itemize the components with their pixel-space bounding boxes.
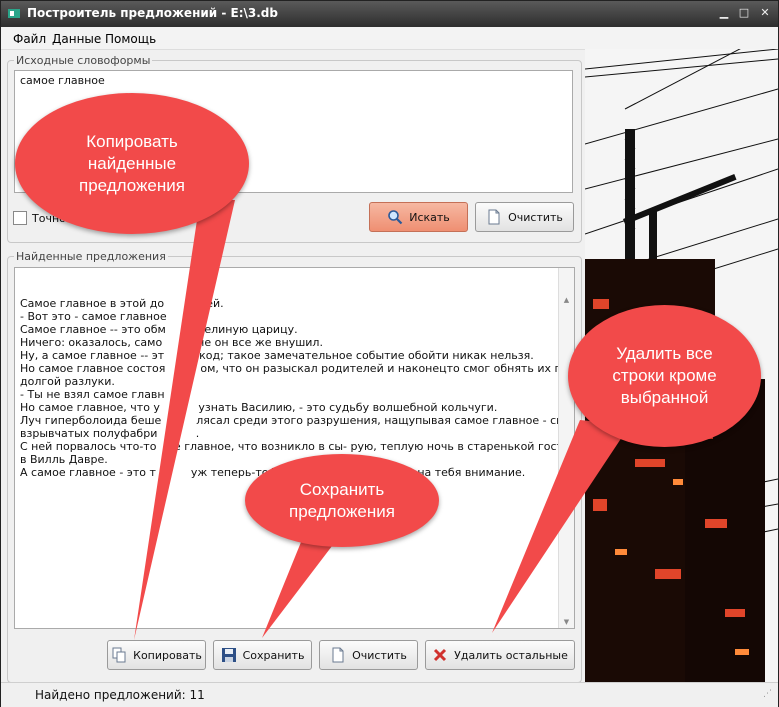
found-sentence-line[interactable]: Самое главное -- это обм елиную царицу. — [20, 323, 556, 336]
copy-icon — [112, 647, 126, 663]
minimize-button[interactable]: ▁ — [716, 5, 732, 21]
scroll-up-arrow[interactable]: ▲ — [559, 294, 574, 306]
exact-checkbox[interactable] — [13, 211, 27, 225]
found-sentence-line[interactable]: Ну, а самое главное -- эт код; такое зам… — [20, 349, 556, 362]
magnifier-icon — [388, 210, 403, 225]
delete-others-button[interactable]: Удалить остальные — [425, 640, 575, 670]
found-sentence-line[interactable]: Ничего: оказалось, само не он все же вну… — [20, 336, 556, 349]
close-button[interactable]: ✕ — [757, 5, 773, 21]
found-legend: Найденные предложения — [14, 250, 168, 263]
delete-callout-text: Удалить все строки кроме выбранной — [612, 344, 717, 407]
source-clear-button[interactable]: Очистить — [475, 202, 574, 232]
save-button[interactable]: Сохранить — [213, 640, 312, 670]
found-sentence-line[interactable]: Луч гиперболоида беше лясал среди этого … — [20, 414, 574, 427]
status-text: Найдено предложений: 11 — [35, 688, 205, 702]
found-sentence-line[interactable]: Но самое главное, что у узнать Василию, … — [20, 401, 556, 414]
menu-bar: Файл Данные Помощь — [1, 27, 778, 50]
delete-others-label: Удалить остальные — [454, 648, 568, 662]
found-sentence-line[interactable]: Самое главное в этой до ней. — [20, 297, 556, 310]
found-clear-button[interactable]: Очистить — [319, 640, 418, 670]
title-bar: Построитель предложений - E:\3.db ▁ □ ✕ — [1, 1, 778, 27]
scroll-down-arrow[interactable]: ▼ — [559, 616, 574, 628]
found-sentence-line[interactable]: - Вот это - самое главное — [20, 310, 556, 323]
search-button[interactable]: Искать — [369, 202, 468, 232]
source-clear-label: Очистить — [508, 210, 563, 224]
save-callout: Сохранить предложения — [245, 454, 439, 547]
resize-grip-icon[interactable]: ⋰ — [763, 689, 772, 699]
copy-callout-text: Копировать найденные предложения — [79, 131, 185, 195]
search-label: Искать — [409, 210, 450, 224]
window-title: Построитель предложений - E:\3.db — [27, 6, 278, 20]
page-icon — [488, 209, 500, 225]
copy-callout: Копировать найденные предложения — [15, 93, 249, 234]
source-legend: Исходные словоформы — [14, 54, 153, 67]
found-sentences-textarea[interactable]: Самое главное в этой до ней. - Вот это - … — [14, 267, 575, 629]
page-icon — [332, 647, 344, 663]
found-sentence-line[interactable]: - Ты не взял самое главн — [20, 388, 556, 401]
red-x-icon — [434, 648, 447, 662]
found-sentence-line[interactable]: долгой разлуки. — [20, 375, 556, 388]
found-lines: Самое главное в этой до ней. - Вот это - … — [20, 297, 574, 479]
vertical-scrollbar[interactable]: ▲ ▼ — [558, 268, 574, 628]
menu-data[interactable]: Данные — [52, 32, 101, 46]
found-sentence-line[interactable]: С ней порвалось что-то е главное, что во… — [20, 440, 574, 453]
found-clear-label: Очистить — [352, 648, 407, 662]
menu-file[interactable]: Файл — [13, 32, 46, 46]
floppy-icon — [221, 648, 236, 662]
maximize-button[interactable]: □ — [736, 5, 752, 21]
menu-help[interactable]: Помощь — [105, 32, 156, 46]
copy-label: Копировать — [133, 648, 202, 662]
copy-button[interactable]: Копировать — [107, 640, 206, 670]
app-icon — [8, 9, 20, 18]
status-bar: Найдено предложений: 11 ⋰ — [1, 682, 778, 707]
save-label: Сохранить — [242, 648, 305, 662]
found-sentence-line[interactable]: взрывчатых полуфабри . — [20, 427, 556, 440]
delete-callout: Удалить все строки кроме выбранной — [568, 305, 761, 447]
found-sentence-line[interactable]: Но самое главное состоя ом, что он разыс… — [20, 362, 574, 375]
save-callout-text: Сохранить предложения — [289, 479, 395, 521]
